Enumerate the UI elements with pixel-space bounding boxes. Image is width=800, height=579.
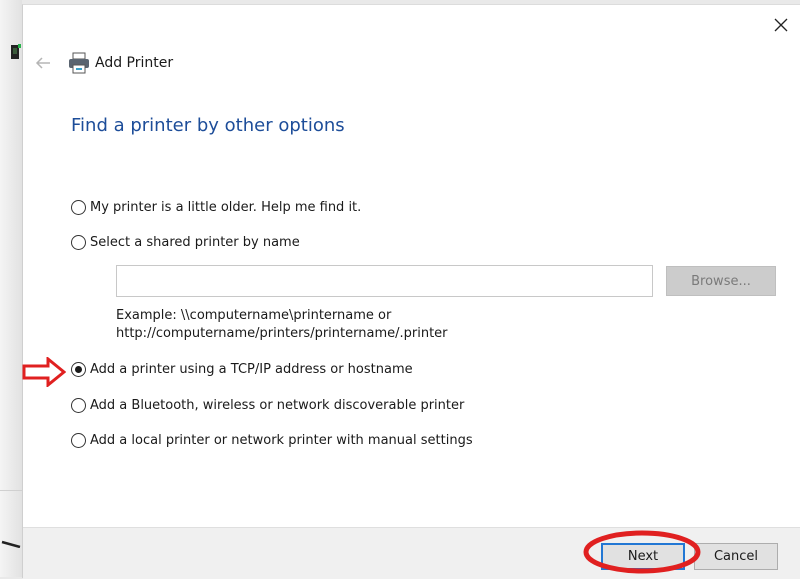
annotation-arrow-icon [22, 357, 66, 387]
option-tcpip[interactable]: Add a printer using a TCP/IP address or … [71, 362, 413, 377]
radio-button[interactable] [71, 398, 86, 413]
option-older-printer[interactable]: My printer is a little older. Help me fi… [71, 200, 361, 215]
dialog-title: Add Printer [95, 55, 174, 71]
radio-button-selected[interactable] [71, 362, 86, 377]
mouse-cursor-icon [1, 540, 21, 548]
option-label: My printer is a little older. Help me fi… [90, 200, 362, 215]
option-label: Add a local printer or network printer w… [90, 433, 473, 448]
option-label: Add a Bluetooth, wireless or network dis… [90, 398, 465, 413]
option-local-manual[interactable]: Add a local printer or network printer w… [71, 433, 473, 448]
close-icon [774, 18, 788, 32]
option-label: Select a shared printer by name [90, 235, 300, 250]
radio-button[interactable] [71, 433, 86, 448]
example-line-1: Example: \\computername\printername or [116, 308, 392, 323]
printer-icon [69, 52, 89, 74]
dialog-header: Add Printer [33, 51, 173, 75]
page-heading: Find a printer by other options [71, 115, 345, 136]
example-text: Example: \\computername\printername or h… [116, 307, 448, 343]
back-arrow-icon [35, 57, 50, 69]
radio-button[interactable] [71, 200, 86, 215]
background-divider [0, 490, 22, 491]
annotation-ellipse [583, 530, 701, 574]
example-line-2: http://computername/printers/printername… [116, 326, 448, 341]
radio-dot [75, 366, 82, 373]
option-label: Add a printer using a TCP/IP address or … [90, 362, 413, 377]
back-button[interactable] [33, 53, 53, 73]
option-bluetooth-wireless[interactable]: Add a Bluetooth, wireless or network dis… [71, 398, 464, 413]
close-button[interactable] [769, 13, 793, 37]
option-shared-printer[interactable]: Select a shared printer by name [71, 235, 300, 250]
cancel-button[interactable]: Cancel [694, 543, 778, 570]
browse-button[interactable]: Browse... [666, 266, 776, 296]
add-printer-dialog: Add Printer Find a printer by other opti… [22, 4, 800, 579]
background-app-icon [11, 44, 21, 59]
shared-printer-name-input[interactable] [116, 265, 653, 297]
radio-button[interactable] [71, 235, 86, 250]
